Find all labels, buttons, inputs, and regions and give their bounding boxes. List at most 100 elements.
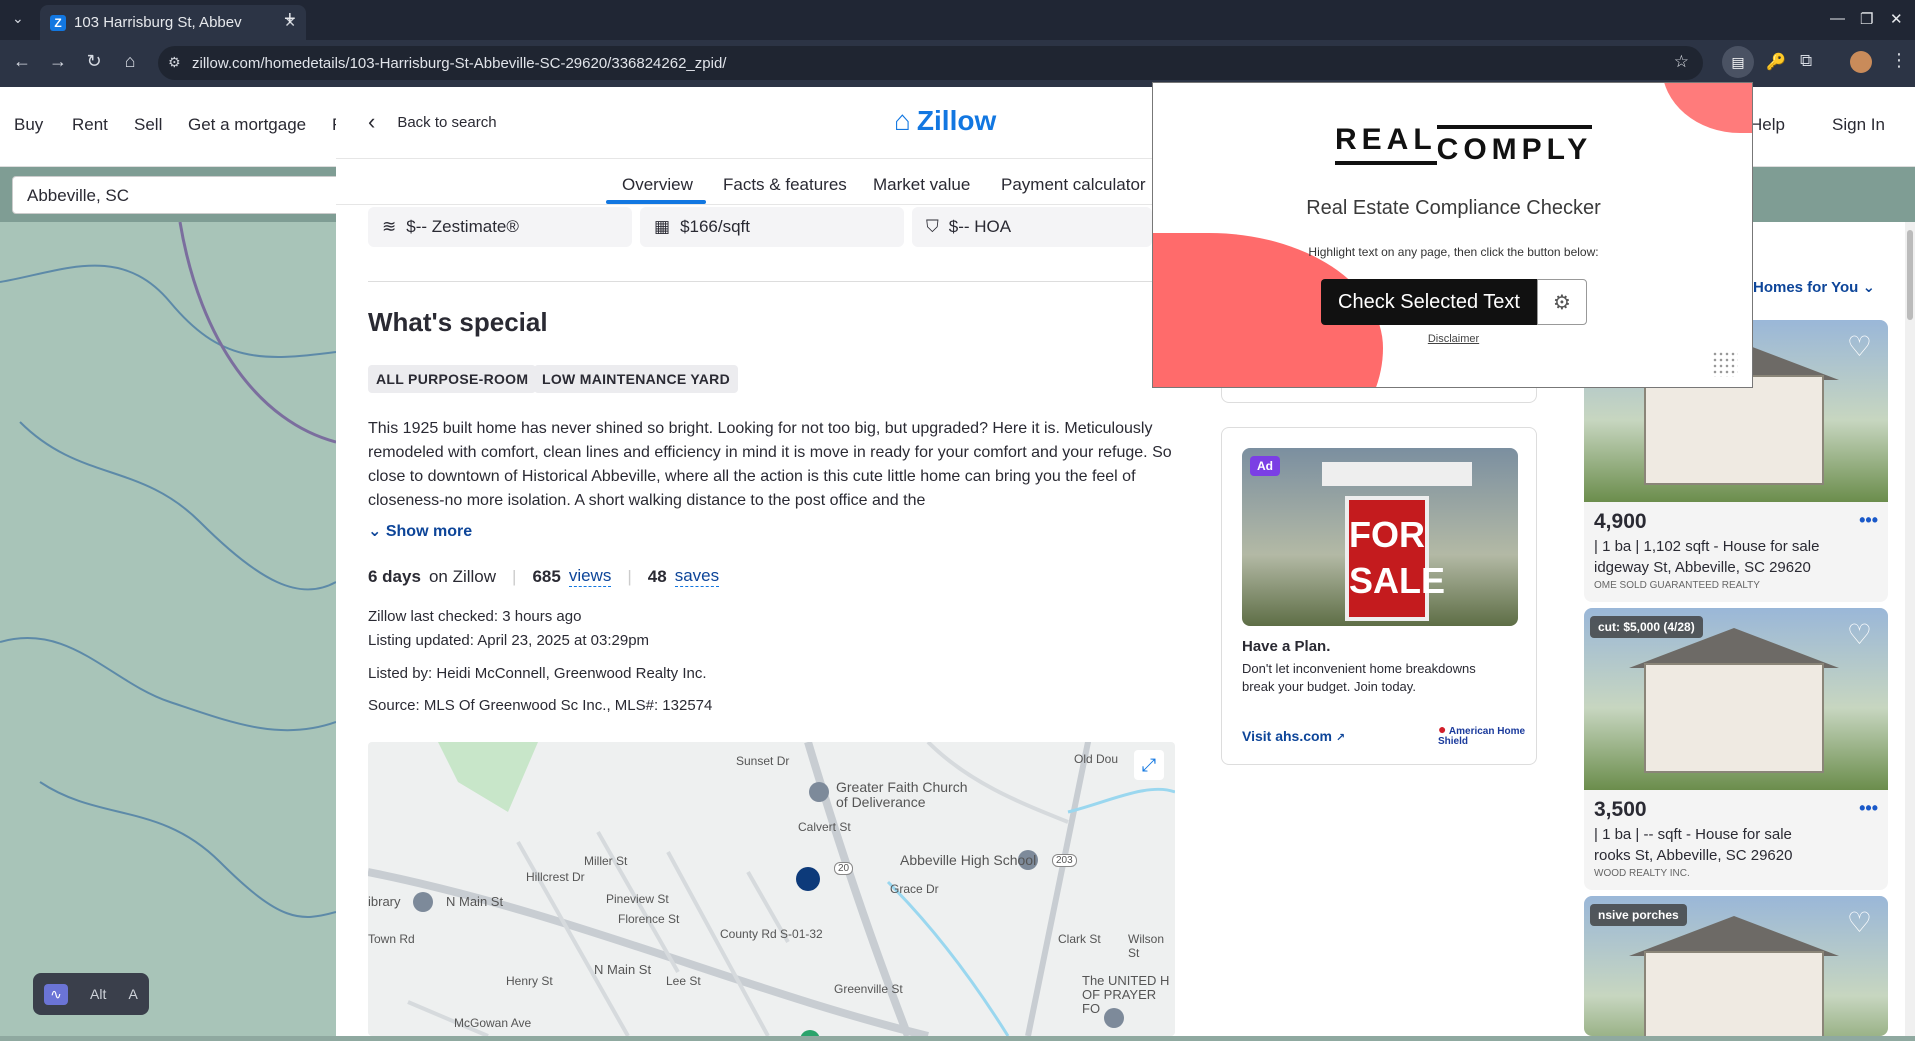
extension-realcomply-icon[interactable]: ▤ [1722, 46, 1754, 78]
property-map[interactable]: Sunset Dr Greater Faith Church of Delive… [368, 742, 1175, 1036]
back-icon[interactable]: ← [10, 51, 34, 72]
feature-chip: LOW MAINTENANCE YARD [534, 365, 739, 393]
listing-address: rooks St, Abbeville, SC 29620 [1594, 847, 1793, 864]
show-more-button[interactable]: ⌄ Show more [368, 521, 472, 541]
nav-help[interactable]: Help [1750, 115, 1785, 135]
extensions-puzzle-icon[interactable]: ⧉ [1800, 51, 1812, 71]
price-per-sqft-value: $166/sqft [680, 217, 751, 236]
map-roads [368, 742, 1175, 1036]
settings-gear-icon[interactable]: ⚙ [1537, 279, 1587, 325]
ad-link-label: Visit ahs.com [1242, 728, 1333, 744]
chevron-down-icon: ⌄ [1862, 279, 1876, 296]
profile-avatar[interactable] [1850, 51, 1872, 73]
ad-badge: Ad [1250, 456, 1280, 476]
url-text: zillow.com/homedetails/103-Harrisburg-St… [192, 54, 727, 72]
saves-link[interactable]: saves [674, 566, 720, 587]
map-label: Old Dou [1074, 752, 1119, 766]
on-zillow-label: on Zillow [428, 566, 497, 586]
browser-chrome: ⌄ Z 103 Harrisburg St, Abbev ✕ + — ❐ ✕ ←… [0, 0, 1915, 87]
map-label: N Main St [594, 962, 652, 977]
divider [368, 281, 1178, 282]
minimize-icon[interactable]: — [1830, 10, 1845, 27]
listing-photo: nsive porches ♡ [1584, 896, 1888, 1036]
views-link[interactable]: views [568, 566, 612, 587]
close-window-icon[interactable]: ✕ [1890, 10, 1903, 28]
ad-link[interactable]: Visit ahs.com ↗ [1242, 728, 1345, 744]
nav-rent[interactable]: Rent [72, 115, 108, 135]
listing-price: 4,900 [1594, 510, 1647, 533]
homes-for-you-dropdown[interactable]: Homes for You ⌄ [1753, 278, 1875, 296]
new-tab-icon[interactable]: + [284, 8, 296, 31]
ad-card[interactable]: FOR SALE Ad Have a Plan. Don't let incon… [1221, 427, 1537, 765]
zillow-z-icon: ⌂ [894, 105, 911, 136]
address-bar-row: ← → ↻ ⌂ ⚙ zillow.com/homedetails/103-Har… [0, 40, 1915, 87]
resize-grip-icon[interactable] [1712, 351, 1738, 377]
browser-menu-icon[interactable]: ⋮ [1890, 50, 1908, 71]
previous-card-edge [1221, 387, 1537, 403]
maximize-icon[interactable]: ❐ [1860, 10, 1873, 28]
zillow-logo-text: Zillow [916, 105, 997, 136]
reload-icon[interactable]: ↻ [82, 51, 106, 72]
disclaimer-link[interactable]: Disclaimer [1153, 333, 1752, 345]
ahs-logo-icon: ● [1438, 721, 1447, 737]
show-more-label: Show more [385, 523, 473, 540]
save-heart-icon[interactable]: ♡ [1847, 618, 1872, 651]
ad-title: Have a Plan. [1242, 638, 1331, 655]
last-checked: Zillow last checked: 3 hours ago [368, 608, 582, 625]
tab-facts-features[interactable]: Facts & features [723, 175, 847, 195]
location-search-input[interactable]: Abbeville, SC [12, 176, 342, 214]
zillow-logo[interactable]: ⌂ Zillow [894, 105, 996, 137]
a-control[interactable]: A [129, 986, 138, 1002]
key-extension-icon[interactable]: 🔑 [1766, 52, 1786, 72]
map-label: Henry St [506, 974, 553, 988]
logo-comply: COMPLY [1436, 125, 1593, 165]
map-label: Grace Dr [890, 882, 939, 896]
waveform-icon[interactable]: ∿ [44, 983, 68, 1005]
save-heart-icon[interactable]: ♡ [1847, 330, 1872, 363]
listing-card[interactable]: cut: $5,000 (4/28) ♡ ••• 3,500 | 1 ba | -… [1584, 608, 1888, 890]
map-label: Sunset Dr [736, 754, 790, 768]
map-label: Greenville St [834, 982, 903, 996]
map-label: Miller St [584, 854, 628, 868]
nav-buy[interactable]: Buy [14, 115, 43, 135]
tab-market-value[interactable]: Market value [873, 175, 970, 195]
forward-icon[interactable]: → [46, 51, 70, 72]
url-bar[interactable]: ⚙ zillow.com/homedetails/103-Harrisburg-… [158, 46, 1703, 80]
tab-payment-calculator[interactable]: Payment calculator [1001, 175, 1146, 195]
whats-special-heading: What's special [368, 307, 548, 337]
back-to-search-button[interactable]: ‹ Back to search [368, 109, 497, 135]
nav-get-a-mortgage[interactable]: Get a mortgage [188, 115, 306, 135]
listing-description: This 1925 built home has never shined so… [368, 420, 1172, 509]
map-label: Wilson St [1128, 932, 1165, 960]
bookmark-star-icon[interactable]: ☆ [1674, 52, 1689, 72]
check-selected-text-button[interactable]: Check Selected Text [1321, 279, 1537, 325]
alt-control[interactable]: Alt [90, 986, 106, 1002]
more-options-icon[interactable]: ••• [1859, 510, 1878, 531]
scrollbar-thumb[interactable] [1907, 230, 1913, 320]
listing-photo: cut: $5,000 (4/28) ♡ [1584, 608, 1888, 790]
browser-tab[interactable]: Z 103 Harrisburg St, Abbev ✕ [40, 5, 306, 40]
results-map[interactable] [0, 221, 337, 1036]
nav-sign-in[interactable]: Sign In [1832, 115, 1885, 135]
feature-badge: nsive porches [1590, 904, 1687, 926]
nav-sell[interactable]: Sell [134, 115, 162, 135]
map-label: Lee St [666, 974, 701, 988]
map-label: N Main St [446, 894, 504, 909]
map-label: County Rd S-01-32 [720, 927, 823, 941]
tab-list-icon[interactable]: ⌄ [12, 10, 24, 27]
ahs-logo: ● American Home Shield [1438, 721, 1536, 747]
more-options-icon[interactable]: ••• [1859, 798, 1878, 819]
hoa-value: $-- HOA [948, 217, 1012, 236]
page-scrollbar[interactable] [1905, 222, 1915, 1036]
listing-card[interactable]: nsive porches ♡ [1584, 896, 1888, 1036]
listing-broker: WOOD REALTY INC. [1594, 868, 1690, 879]
save-heart-icon[interactable]: ♡ [1847, 906, 1872, 939]
map-terrain [0, 221, 337, 918]
tab-overview[interactable]: Overview [622, 175, 693, 195]
home-icon[interactable]: ⌂ [118, 51, 142, 72]
map-label: Florence St [618, 912, 680, 926]
listing-activity: 6 days on Zillow | 685 views | 48 saves [368, 566, 720, 587]
chevron-down-icon: ⌄ [368, 523, 382, 540]
expand-map-icon[interactable]: ⤢ [1134, 750, 1164, 780]
site-info-icon[interactable]: ⚙ [168, 54, 181, 71]
